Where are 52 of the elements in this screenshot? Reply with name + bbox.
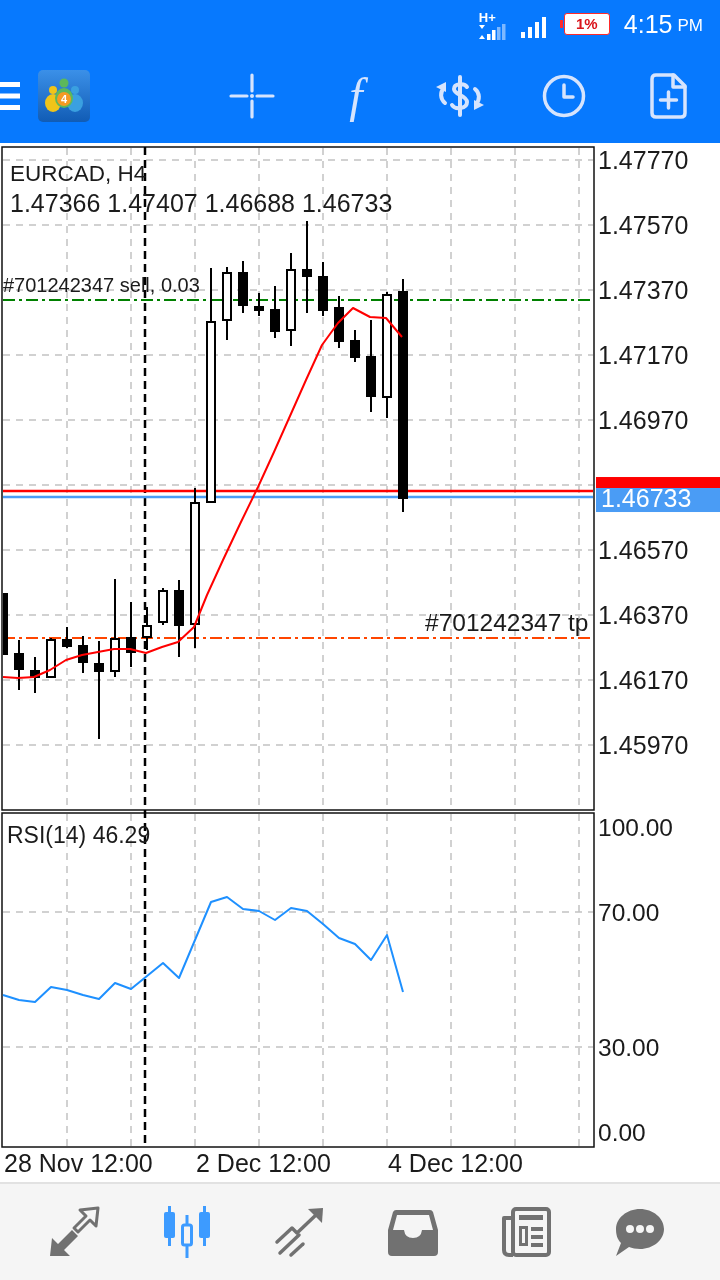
candlestick: [270, 285, 280, 339]
network-type-label: H+: [478, 10, 496, 24]
rsi-axis-label: 30.00: [598, 1034, 660, 1061]
time-axis-label: 2 Dec 12:00: [196, 1149, 331, 1177]
clock-icon: [542, 73, 586, 118]
rsi-title: RSI(14) 46.29: [7, 822, 151, 848]
document-plus-icon: [649, 72, 687, 119]
double-arrow-icon: [47, 1206, 100, 1258]
candlestick: [46, 637, 56, 678]
price-axis-label: 1.47770: [598, 146, 689, 174]
signal-icon: [520, 16, 546, 38]
time-axis-label: 4 Dec 12:00: [388, 1149, 523, 1177]
time-period-label: PM: [677, 14, 703, 37]
newspaper-icon: [499, 1206, 552, 1258]
price-axis-label: 1.46170: [598, 666, 689, 694]
rsi-axis-label: 100.00: [598, 814, 673, 841]
app-logo: 4: [38, 69, 90, 122]
price-axis-label: 1.46370: [598, 601, 689, 629]
candlestick: [334, 295, 344, 349]
crosshair-icon: [229, 72, 275, 119]
trend-arrow-icon: [273, 1206, 326, 1258]
symbol-timeframe-title: EURCAD, H4: [10, 161, 147, 186]
price-axis-label: 1.47170: [598, 341, 689, 369]
order-label: #701242347 sell, 0.03: [3, 274, 200, 296]
price-axis-label: 1.46970: [598, 406, 689, 434]
function-button[interactable]: f: [304, 48, 408, 143]
battery-indicator: 1%: [559, 13, 610, 35]
candlestick: [30, 656, 40, 694]
candlestick: [350, 329, 360, 363]
candlestick: [14, 639, 24, 691]
clock-time: 4:15: [623, 9, 673, 39]
candlestick: [318, 261, 328, 317]
price-axis-label: 1.46570: [598, 536, 689, 564]
candlestick: [62, 626, 72, 649]
candlestick: [126, 601, 136, 668]
time-axis-label: 28 Nov 12:00: [4, 1149, 153, 1177]
candlestick: [254, 292, 264, 317]
candlestick: [158, 587, 168, 626]
order-label: #701242347 tp: [425, 609, 589, 636]
menu-button[interactable]: [0, 81, 20, 110]
candlestick: [142, 606, 152, 651]
price-axis-label: 1.47570: [598, 211, 689, 239]
price-axis-label: 1.45970: [598, 731, 689, 759]
mobile-signal-icon: [478, 23, 507, 40]
price-axis-label: 1.47370: [598, 276, 689, 304]
candlestick: [3, 593, 8, 655]
candlestick: [238, 260, 248, 314]
candlestick: [78, 635, 88, 674]
menu-icon: [0, 81, 20, 110]
rsi-axis-label: 70.00: [598, 899, 660, 926]
rsi-axis-label: 0.00: [598, 1119, 646, 1146]
ohlc-values: 1.47366 1.47407 1.46688 1.46733: [10, 189, 393, 217]
